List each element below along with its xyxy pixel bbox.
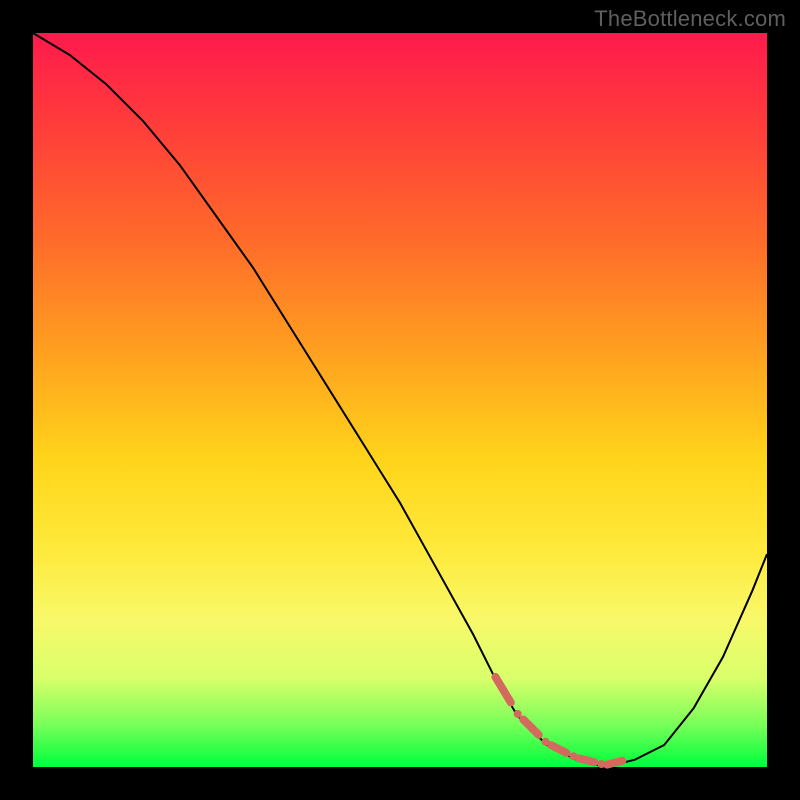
marker-seg-4 [579,758,594,762]
chart-frame: TheBottleneck.com [0,0,800,800]
marker-dot-2 [542,738,550,746]
marker-seg-2 [523,720,538,735]
curve-layer [33,33,767,767]
watermark-text: TheBottleneck.com [594,6,786,32]
marker-dot-4 [597,760,605,768]
plot-area [33,33,767,767]
marker-seg-5 [607,761,622,765]
marker-seg-3 [551,745,566,753]
marker-seg-1 [495,677,510,703]
marker-dot-3 [570,752,578,760]
marker-dot-1 [514,710,522,718]
bottleneck-curve [33,33,767,767]
optimal-range-marker [495,677,622,768]
